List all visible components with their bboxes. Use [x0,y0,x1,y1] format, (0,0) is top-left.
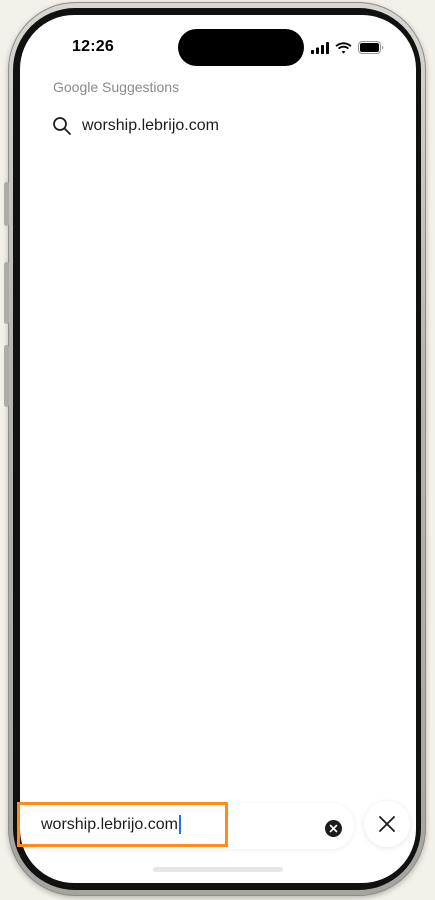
status-icons [311,41,384,54]
battery-icon [358,41,384,54]
close-icon [379,816,395,832]
wifi-icon [335,41,352,54]
clear-button[interactable] [325,820,342,837]
screen: 12:26 Google Suggestions worship.lebrijo… [20,15,416,883]
search-icon [53,117,71,135]
cellular-signal-icon [311,41,329,54]
google-suggestions-header: Google Suggestions [53,79,180,95]
address-bar[interactable]: worship.lebrijo.com [20,803,354,849]
suggestion-item[interactable]: worship.lebrijo.com [52,111,392,141]
dynamic-island [178,29,304,66]
clear-icon [329,824,338,833]
close-button[interactable] [364,801,410,847]
text-caret [178,815,181,834]
volume-up-button [4,262,9,324]
volume-down-button [4,345,9,407]
address-input[interactable]: worship.lebrijo.com [41,815,181,834]
bottom-bar: worship.lebrijo.com [20,799,416,859]
status-time: 12:26 [72,38,114,55]
stage: 12:26 Google Suggestions worship.lebrijo… [0,0,435,900]
action-button [4,182,9,226]
home-indicator [153,867,283,872]
suggestion-text: worship.lebrijo.com [82,117,219,134]
address-input-text: worship.lebrijo.com [41,815,178,833]
